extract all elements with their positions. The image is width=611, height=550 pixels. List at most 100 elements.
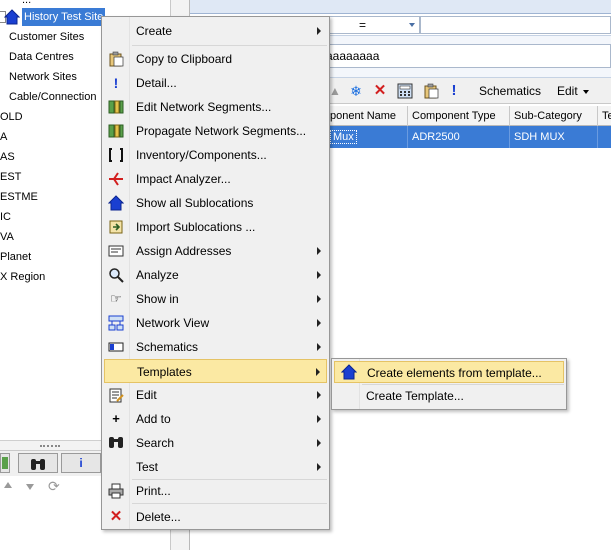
menu-item-edit-network-segments[interactable]: Edit Network Segments... [104, 95, 327, 119]
submenu-arrow-icon [316, 368, 320, 376]
menu-item-detail[interactable]: ! Detail... [104, 71, 327, 95]
right-panel-header [190, 0, 611, 14]
tab-info[interactable]: i [61, 453, 101, 473]
menu-item-network-view[interactable]: Network View [104, 311, 327, 335]
tree-item[interactable]: Data Centres [9, 47, 74, 67]
chevron-down-icon [409, 23, 415, 27]
menu-item-label: Copy to Clipboard [136, 52, 233, 66]
filter-value-input[interactable] [420, 16, 611, 34]
menu-item-label: Assign Addresses [136, 244, 232, 258]
menu-item-label: Templates [137, 365, 192, 379]
submenu-arrow-icon [317, 27, 321, 35]
menu-item-label: Inventory/Components... [136, 148, 267, 162]
binoculars-icon [108, 435, 124, 451]
clipboard-icon [108, 51, 124, 67]
menu-item-label: Propagate Network Segments... [136, 124, 307, 138]
menu-item-label: Analyze [136, 268, 179, 282]
menu-item-label: Test [136, 460, 159, 474]
operator-select[interactable]: = [320, 16, 420, 34]
clipboard-icon[interactable] [422, 81, 440, 101]
menu-item-show-all-sublocations[interactable]: Show all Sublocations [104, 191, 327, 215]
import-icon [108, 219, 124, 235]
grip-icon [40, 445, 60, 447]
menu-item-label: Edit [136, 388, 157, 402]
menu-item-print[interactable]: Print... [104, 479, 327, 503]
column-header[interactable]: Component Type [408, 106, 510, 126]
submenu-arrow-icon [317, 247, 321, 255]
tree-item[interactable]: IC [0, 207, 11, 227]
search-value-input[interactable]: aaaaaaaa [320, 44, 611, 68]
menu-item-create-elements-from-template[interactable]: Create elements from template... [334, 361, 564, 383]
context-menu: Create Copy to Clipboard ! Detail... Edi… [101, 16, 330, 530]
menu-item-label: Impact Analyzer... [136, 172, 231, 186]
down-arrow-icon[interactable] [26, 484, 34, 490]
menu-item-copy-to-clipboard[interactable]: Copy to Clipboard [104, 47, 327, 71]
network-view-icon [108, 315, 124, 331]
network-segments-icon [108, 99, 124, 115]
calculator-icon[interactable] [396, 81, 414, 101]
network-segments-icon [108, 123, 124, 139]
menu-item-edit[interactable]: Edit [104, 383, 327, 407]
menu-item-label: Search [136, 436, 175, 450]
menu-item-label: Delete... [136, 510, 181, 524]
address-icon [108, 243, 124, 259]
refresh-icon[interactable]: ⟳ [48, 478, 60, 495]
chevron-down-icon [583, 89, 590, 94]
tree-item[interactable]: X Region [0, 267, 45, 287]
tree-item[interactable]: OLD [0, 107, 23, 127]
menu-item-label: Show all Sublocations [136, 196, 254, 210]
menu-item-label: Create elements from template... [367, 366, 542, 380]
table-cell[interactable] [598, 126, 611, 148]
menu-item-assign-addresses[interactable]: Assign Addresses [104, 239, 327, 263]
snowflake-icon[interactable]: ❄ [348, 81, 364, 101]
menu-item-add-to[interactable]: + Add to [104, 407, 327, 431]
menu-item-label: Add to [136, 412, 171, 426]
tab-tree[interactable] [0, 453, 10, 473]
printer-icon [108, 483, 124, 499]
home-icon [107, 195, 125, 211]
column-header[interactable]: Te [598, 106, 611, 126]
menu-item-label: Network View [136, 316, 210, 330]
column-header[interactable]: ponent Name [326, 106, 408, 126]
exclamation-icon[interactable]: ! [448, 81, 460, 101]
home-icon [340, 364, 358, 383]
tree-item[interactable]: Planet [0, 247, 31, 267]
tree-item[interactable]: AS [0, 147, 15, 167]
up-arrow-icon[interactable] [4, 482, 12, 488]
tree-item[interactable]: Cable/Connection [9, 87, 96, 107]
tree-item[interactable]: Customer Sites [9, 27, 84, 47]
submenu-arrow-icon [317, 415, 321, 423]
menu-item-impact-analyzer[interactable]: Impact Analyzer... [104, 167, 327, 191]
menu-item-delete[interactable]: ✕ Delete... [104, 505, 327, 529]
menu-item-analyze[interactable]: Analyze [104, 263, 327, 287]
menu-item-search[interactable]: Search [104, 431, 327, 455]
edit-dropdown[interactable]: Edit [554, 81, 592, 101]
menu-item-inventory-components[interactable]: Inventory/Components... [104, 143, 327, 167]
menu-item-show-in[interactable]: ☞ Show in [104, 287, 327, 311]
menu-separator [132, 45, 327, 46]
menu-item-propagate-network-segments[interactable]: Propagate Network Segments... [104, 119, 327, 143]
menu-item-schematics[interactable]: Schematics [104, 335, 327, 359]
menu-item-test[interactable]: Test [104, 455, 327, 479]
schematics-dropdown[interactable]: Schematics [474, 81, 546, 114]
menu-item-import-sublocations[interactable]: Import Sublocations ... [104, 215, 327, 239]
table-cell[interactable]: Mux [326, 126, 408, 148]
info-icon: i [79, 456, 83, 470]
up-arrow-icon[interactable]: ▲ [328, 81, 342, 101]
tree-icon [2, 457, 8, 469]
tree-item[interactable]: Network Sites [9, 67, 77, 87]
tree-item[interactable]: A [0, 127, 7, 147]
menu-item-label: Detail... [136, 76, 177, 90]
table-cell[interactable]: ADR2500 [408, 126, 510, 148]
menu-item-create-template[interactable]: Create Template... [334, 385, 564, 407]
menu-item-create[interactable]: Create [104, 19, 327, 43]
tree-item[interactable]: VA [0, 227, 14, 247]
tree-item[interactable]: EST [0, 167, 21, 187]
delete-icon[interactable]: ✕ [372, 81, 388, 101]
table-cell[interactable]: SDH MUX [510, 126, 598, 148]
pointing-hand-icon: ☞ [110, 291, 122, 306]
tree-item[interactable]: ESTME [0, 187, 38, 207]
column-header[interactable]: Sub-Category [510, 106, 598, 126]
menu-item-templates[interactable]: Templates [104, 359, 327, 383]
tab-search[interactable] [18, 453, 58, 473]
